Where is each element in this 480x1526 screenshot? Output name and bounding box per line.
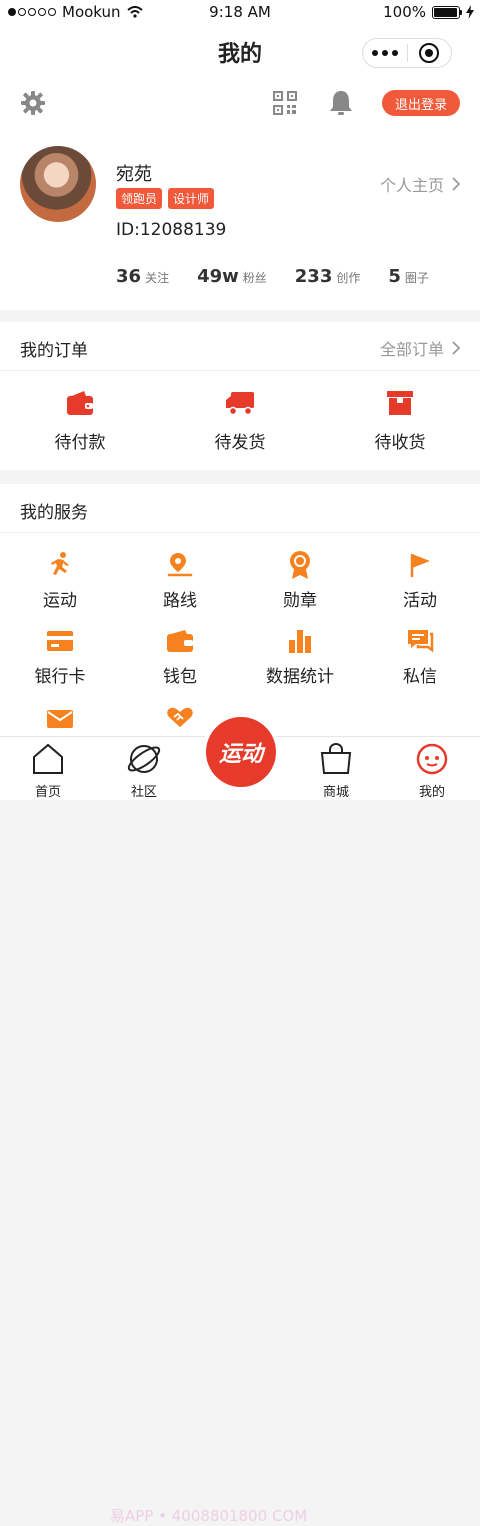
service-label: 数据统计 [266, 667, 334, 687]
flag-icon [410, 554, 430, 577]
shopping-bag-icon [320, 742, 352, 774]
service-label: 钱包 [163, 667, 197, 687]
all-orders-label: 全部订单 [379, 340, 444, 359]
tab-community[interactable]: 社区 [96, 743, 192, 800]
home-icon [33, 743, 63, 774]
medal-icon [290, 551, 310, 579]
more-icon[interactable] [363, 50, 407, 56]
battery-icon [432, 5, 462, 19]
tab-label: 商城 [322, 785, 349, 800]
service-private-message[interactable]: 私信 [360, 626, 480, 687]
stat-value: 36 [116, 266, 142, 287]
service-label: 运动 [43, 591, 77, 611]
stat-value: 233 [294, 266, 333, 287]
message-icon [408, 630, 434, 653]
user-badges: 领跑员 设计师 [116, 188, 215, 209]
service-activity[interactable]: 活动 [360, 550, 480, 611]
user-stats: 36 关注 49w 粉丝 233 创作 5 圈子 [116, 266, 429, 287]
order-pending-shipment[interactable]: 待发货 [180, 390, 300, 453]
order-pending-payment[interactable]: 待付款 [20, 390, 140, 453]
tab-label: 我的 [418, 785, 445, 800]
box-icon [387, 391, 413, 415]
stat-label: 关注 [145, 271, 170, 285]
qr-code-icon[interactable] [272, 90, 298, 116]
gear-icon[interactable] [20, 90, 46, 116]
planet-icon [127, 745, 161, 773]
tab-mall[interactable]: 商城 [288, 742, 384, 800]
running-icon [51, 552, 69, 575]
logout-button[interactable]: 退出登录 [382, 90, 460, 116]
watermark-text: 易APP • 4008801800 COM [110, 1507, 308, 1525]
truck-icon [226, 392, 254, 416]
tab-home[interactable]: 首页 [0, 743, 96, 800]
badge-runner: 领跑员 [116, 188, 163, 209]
service-statistics[interactable]: 数据统计 [240, 626, 360, 687]
stat-value: 5 [388, 266, 401, 287]
service-wallet[interactable]: 钱包 [120, 626, 240, 687]
status-bar: Mookun 9:18 AM 100% [0, 0, 480, 24]
wallet-icon [167, 630, 193, 652]
mail-icon [47, 710, 73, 728]
service-label: 私信 [403, 667, 437, 687]
profile-card: 宛苑 领跑员 设计师 ID:12088139 个人主页 36 关注 49w 粉丝… [0, 130, 480, 310]
bell-icon[interactable] [328, 89, 354, 117]
stat-label: 创作 [336, 271, 361, 285]
service-sport[interactable]: 运动 [0, 550, 120, 611]
wallet-icon [67, 391, 93, 415]
service-label: 银行卡 [34, 667, 86, 687]
stat-label: 圈子 [404, 271, 429, 285]
badge-designer: 设计师 [168, 188, 215, 209]
stat-label: 粉丝 [242, 271, 267, 285]
my-services-section: 我的服务 运动 路线 勋章 活动 银行卡 钱包 数据统计 私信 [0, 484, 480, 736]
chevron-right-icon [452, 177, 460, 191]
charging-icon [466, 5, 474, 19]
service-medal[interactable]: 勋章 [240, 550, 360, 611]
order-label: 待发货 [214, 433, 266, 453]
chevron-right-icon [452, 341, 460, 355]
tab-label: 首页 [34, 785, 61, 800]
order-label: 待付款 [54, 433, 106, 453]
service-label: 勋章 [283, 591, 317, 611]
avatar[interactable] [20, 146, 96, 222]
handshake-icon [167, 707, 193, 727]
all-orders-link[interactable]: 全部订单 [380, 336, 460, 360]
order-label: 待收货 [374, 433, 426, 453]
personal-homepage-link[interactable]: 个人主页 [380, 172, 460, 196]
stat-creations[interactable]: 233 创作 [295, 266, 361, 287]
user-nickname: 宛苑 [116, 164, 152, 185]
user-id: ID:12088139 [116, 220, 227, 240]
profile-toolbar: 退出登录 [0, 76, 480, 130]
bank-card-icon [47, 631, 73, 651]
tab-mine[interactable]: 我的 [384, 743, 480, 800]
service-route[interactable]: 路线 [120, 550, 240, 611]
orders-title: 我的订单 [20, 341, 88, 361]
center-sport-label: 运动 [218, 742, 263, 767]
services-header: 我的服务 [0, 484, 480, 533]
bar-chart-icon [289, 630, 311, 653]
service-bank-card[interactable]: 银行卡 [0, 626, 120, 687]
services-title: 我的服务 [20, 503, 88, 523]
stat-value: 49w [197, 266, 239, 287]
my-orders-section: 我的订单 全部订单 待付款 待发货 待收货 [0, 322, 480, 470]
center-sport-button[interactable]: 运动 [206, 717, 276, 787]
nav-bar: 我的 [0, 24, 480, 76]
stat-circles[interactable]: 5 圈子 [388, 266, 429, 287]
tab-label: 社区 [130, 785, 157, 800]
status-right: 100% [383, 3, 474, 21]
order-pending-receipt[interactable]: 待收货 [340, 390, 460, 453]
orders-header: 我的订单 全部订单 [0, 322, 480, 371]
route-icon [167, 553, 193, 577]
service-label: 活动 [403, 591, 437, 611]
profile-face-icon [416, 743, 448, 775]
stat-following[interactable]: 36 关注 [116, 266, 169, 287]
service-mail[interactable] [0, 704, 120, 734]
stat-followers[interactable]: 49w 粉丝 [197, 266, 267, 287]
close-target-icon[interactable] [408, 42, 452, 64]
battery-percent: 100% [383, 3, 426, 21]
homepage-label: 个人主页 [379, 176, 444, 195]
mini-program-capsule [362, 38, 452, 68]
service-label: 路线 [163, 591, 197, 611]
